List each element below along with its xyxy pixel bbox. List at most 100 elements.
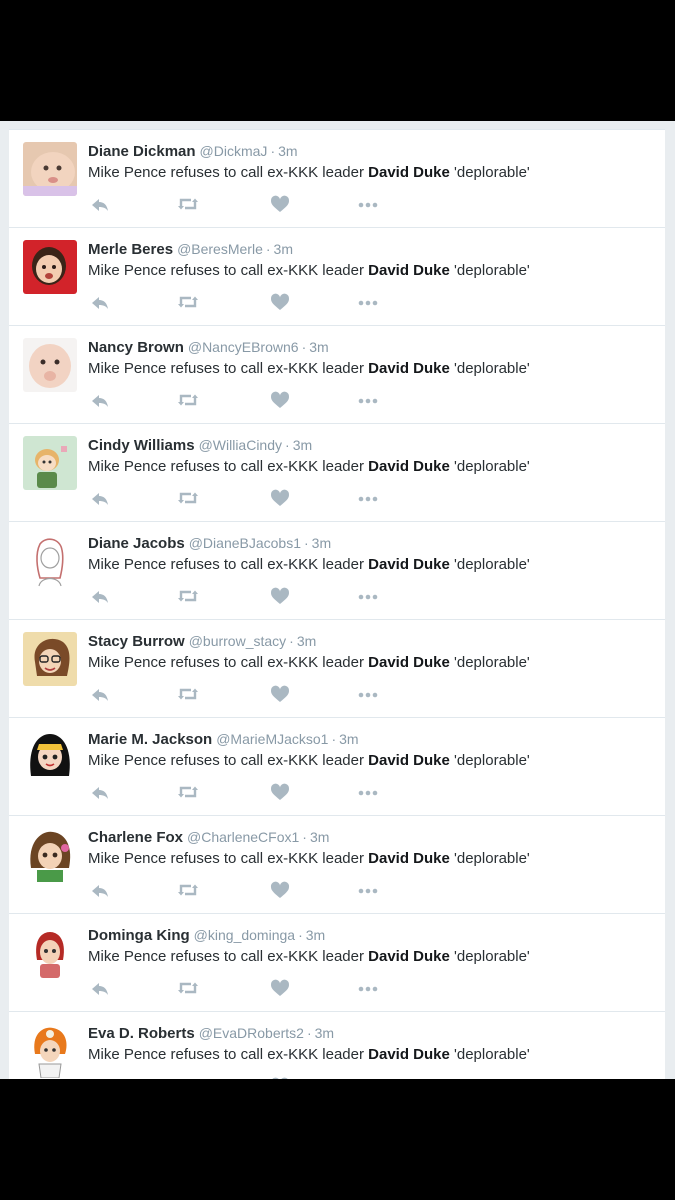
reply-icon[interactable]	[88, 292, 112, 312]
tweet[interactable]: Diane Jacobs @DianeBJacobs1 · 3m Mike Pence…	[9, 522, 665, 620]
timestamp[interactable]: 3m	[278, 143, 297, 159]
reply-icon[interactable]	[88, 390, 112, 410]
user-name[interactable]: Marie M. Jackson	[88, 731, 212, 748]
more-icon[interactable]	[356, 194, 380, 214]
tweet-actions	[88, 194, 408, 214]
avatar[interactable]	[23, 1024, 77, 1078]
tweet[interactable]: Nancy Brown @NancyEBrown6 · 3m Mike Pence r…	[9, 326, 665, 424]
avatar[interactable]	[23, 828, 77, 882]
reply-icon[interactable]	[88, 782, 112, 802]
more-icon[interactable]	[356, 978, 380, 998]
timestamp[interactable]: 3m	[310, 829, 329, 845]
user-handle[interactable]: @EvaDRoberts2	[199, 1025, 304, 1041]
like-icon[interactable]	[268, 684, 292, 704]
tweet[interactable]: Stacy Burrow @burrow_stacy · 3m Mike Pence …	[9, 620, 665, 718]
avatar[interactable]	[23, 926, 77, 980]
user-handle[interactable]: @CharleneCFox1	[187, 829, 299, 845]
tweet[interactable]: Charlene Fox @CharleneCFox1 · 3m Mike Pence…	[9, 816, 665, 914]
user-name[interactable]: Charlene Fox	[88, 829, 183, 846]
tweet[interactable]: Diane Dickman @DickmaJ · 3m Mike Pence refu…	[9, 130, 665, 228]
separator: ·	[304, 535, 309, 551]
avatar[interactable]	[23, 632, 77, 686]
user-name[interactable]: Stacy Burrow	[88, 633, 185, 650]
more-icon[interactable]	[356, 684, 380, 704]
user-handle[interactable]: @MarieMJackso1	[216, 731, 328, 747]
retweet-icon[interactable]	[176, 292, 200, 312]
user-handle[interactable]: @king_dominga	[194, 927, 295, 943]
tweet[interactable]: Marie M. Jackson @MarieMJackso1 · 3m Mike P…	[9, 718, 665, 816]
tweet-text: Mike Pence refuses to call ex-KKK leader…	[88, 948, 530, 965]
timestamp[interactable]: 3m	[297, 633, 316, 649]
user-handle[interactable]: @WilliaCindy	[199, 437, 282, 453]
like-icon[interactable]	[268, 194, 292, 214]
user-name[interactable]: Dominga King	[88, 927, 190, 944]
like-icon[interactable]	[268, 586, 292, 606]
user-name[interactable]: Cindy Williams	[88, 437, 195, 454]
reply-icon[interactable]	[88, 978, 112, 998]
tweet-actions	[88, 1076, 408, 1079]
separator: ·	[298, 927, 303, 943]
more-icon[interactable]	[356, 292, 380, 312]
tweet[interactable]: Cindy Williams @WilliaCindy · 3m Mike Pence…	[9, 424, 665, 522]
more-icon[interactable]	[356, 488, 380, 508]
tweet[interactable]: Eva D. Roberts @EvaDRoberts2 · 3m Mike Penc…	[9, 1012, 665, 1079]
retweet-icon[interactable]	[176, 488, 200, 508]
more-icon[interactable]	[356, 782, 380, 802]
avatar[interactable]	[23, 142, 77, 196]
tweet[interactable]: Dominga King @king_dominga · 3m Mike Pence …	[9, 914, 665, 1012]
avatar[interactable]	[23, 534, 77, 588]
timestamp[interactable]: 3m	[315, 1025, 334, 1041]
reply-icon[interactable]	[88, 488, 112, 508]
like-icon[interactable]	[268, 978, 292, 998]
user-name[interactable]: Diane Jacobs	[88, 535, 185, 552]
reply-icon[interactable]	[88, 194, 112, 214]
like-icon[interactable]	[268, 390, 292, 410]
separator: ·	[285, 437, 290, 453]
retweet-icon[interactable]	[176, 1076, 200, 1079]
timestamp[interactable]: 3m	[293, 437, 312, 453]
retweet-icon[interactable]	[176, 978, 200, 998]
more-icon[interactable]	[356, 390, 380, 410]
retweet-icon[interactable]	[176, 782, 200, 802]
reply-icon[interactable]	[88, 586, 112, 606]
retweet-icon[interactable]	[176, 194, 200, 214]
user-handle[interactable]: @DianeBJacobs1	[189, 535, 301, 551]
avatar[interactable]	[23, 730, 77, 784]
more-icon[interactable]	[356, 1076, 380, 1079]
user-handle[interactable]: @burrow_stacy	[189, 633, 286, 649]
user-name[interactable]: Diane Dickman	[88, 143, 196, 160]
avatar[interactable]	[23, 338, 77, 392]
retweet-icon[interactable]	[176, 586, 200, 606]
avatar[interactable]	[23, 240, 77, 294]
user-handle[interactable]: @DickmaJ	[200, 143, 268, 159]
separator: ·	[289, 633, 294, 649]
reply-icon[interactable]	[88, 880, 112, 900]
user-name[interactable]: Merle Beres	[88, 241, 173, 258]
separator: ·	[306, 1025, 312, 1041]
timestamp[interactable]: 3m	[339, 731, 358, 747]
retweet-icon[interactable]	[176, 684, 200, 704]
tweet-actions	[88, 390, 408, 410]
like-icon[interactable]	[268, 292, 292, 312]
timestamp[interactable]: 3m	[274, 241, 293, 257]
retweet-icon[interactable]	[176, 880, 200, 900]
like-icon[interactable]	[268, 782, 292, 802]
user-handle[interactable]: @BeresMerle	[177, 241, 263, 257]
tweet[interactable]: Merle Beres @BeresMerle · 3m Mike Pence ref…	[9, 228, 665, 326]
timestamp[interactable]: 3m	[312, 535, 331, 551]
like-icon[interactable]	[268, 880, 292, 900]
timestamp[interactable]: 3m	[306, 927, 325, 943]
retweet-icon[interactable]	[176, 390, 200, 410]
like-icon[interactable]	[268, 488, 292, 508]
more-icon[interactable]	[356, 880, 380, 900]
more-icon[interactable]	[356, 586, 380, 606]
reply-icon[interactable]	[88, 684, 112, 704]
user-name[interactable]: Nancy Brown	[88, 339, 184, 356]
tweet-text: Mike Pence refuses to call ex-KKK leader…	[88, 360, 530, 377]
reply-icon[interactable]	[88, 1076, 112, 1079]
timestamp[interactable]: 3m	[309, 339, 328, 355]
user-handle[interactable]: @NancyEBrown6	[188, 339, 299, 355]
like-icon[interactable]	[268, 1076, 292, 1079]
avatar[interactable]	[23, 436, 77, 490]
user-name[interactable]: Eva D. Roberts	[88, 1025, 195, 1042]
